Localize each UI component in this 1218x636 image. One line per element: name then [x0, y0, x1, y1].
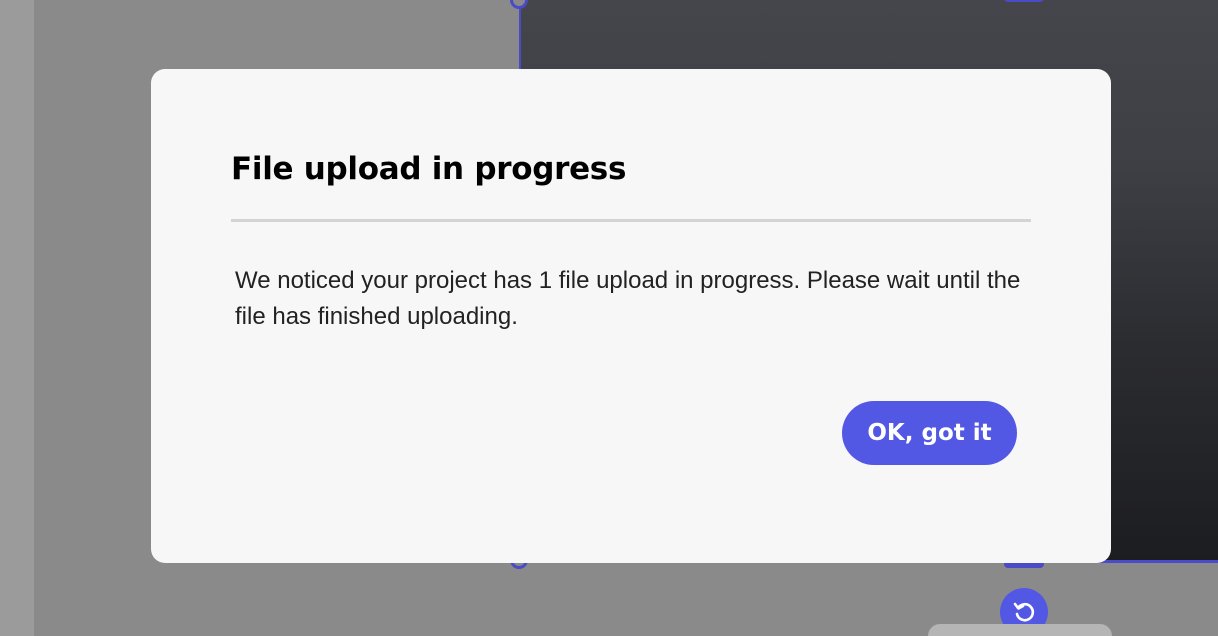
dialog-message: We noticed your project has 1 file uploa… — [235, 267, 1021, 330]
dialog-divider — [231, 219, 1031, 222]
upload-in-progress-dialog: File upload in progress We noticed your … — [151, 69, 1111, 563]
left-rail — [0, 0, 34, 636]
zoom-toolbar[interactable] — [928, 624, 1112, 636]
rotate-icon — [1013, 602, 1035, 622]
dialog-title: File upload in progress — [231, 151, 627, 187]
resize-handle-top-right[interactable] — [1004, 0, 1044, 2]
ok-got-it-button[interactable]: OK, got it — [842, 401, 1017, 465]
app-window: File upload in progress We noticed your … — [0, 0, 1218, 636]
